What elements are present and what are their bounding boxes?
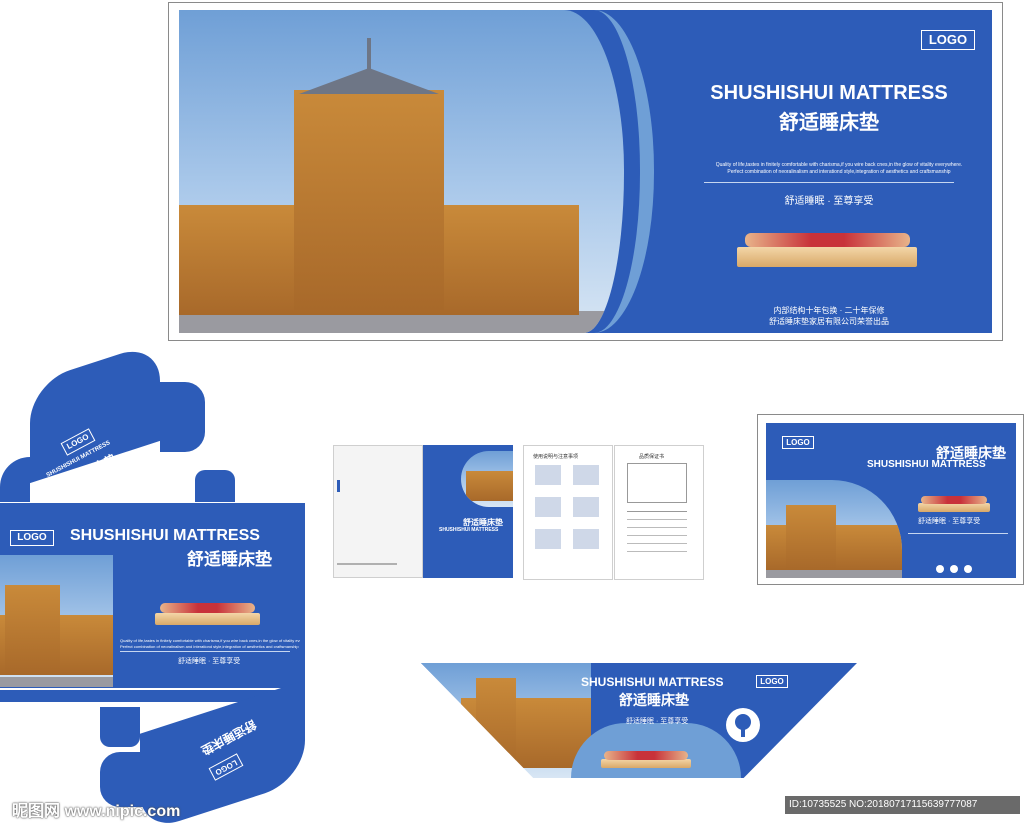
prism-slogan: 舒适睡眠 · 至尊享受	[626, 718, 689, 725]
brochure-photo	[461, 451, 513, 507]
brochure-inner-title: 使用说明与注意事项	[533, 454, 579, 460]
watermark-id-text: ID:10735525 NO:20180717115639777087	[789, 799, 978, 810]
box-mattress-image	[155, 599, 260, 629]
box-slogan: 舒适睡眠 · 至尊享受	[178, 658, 241, 665]
card-logo: LOGO	[782, 436, 814, 449]
brochure-title-en: SHUSHISHUI MATTRESS	[439, 527, 499, 533]
card-title-en: SHUSHISHUI MATTRESS	[867, 459, 986, 470]
watermark-site: 昵图网 www.nipic.com	[12, 803, 181, 820]
palace-tower	[294, 90, 444, 310]
card-icons	[936, 565, 986, 573]
banner-panel: LOGO SHUSHISHUI MATTRESS 舒适睡床垫 Quality o…	[168, 2, 1003, 341]
prism-photo	[421, 663, 591, 778]
small-card: LOGO 舒适睡床垫 SHUSHISHUI MATTRESS 舒适睡眠 · 至尊…	[757, 414, 1024, 585]
tree-icon	[726, 708, 760, 742]
banner-title-en: SHUSHISHUI MATTRESS	[710, 82, 948, 104]
banner-slogan: 舒适睡眠 · 至尊享受	[784, 196, 874, 207]
banner-divider	[704, 182, 954, 183]
prism-title-en: SHUSHISHUI MATTRESS	[581, 675, 724, 689]
box-photo	[0, 555, 113, 687]
watermark-id: ID:10735525 NO:20180717115639777087	[785, 796, 1020, 814]
prism-title-cn: 舒适睡床垫	[619, 692, 689, 708]
box-tagline-2: Perfect combination of neoralinalism and…	[120, 644, 299, 649]
banner-warranty: 内部结构十年包换 · 二十年保修	[773, 306, 885, 315]
brochure-cover: 舒适睡床垫 SHUSHISHUI MATTRESS	[333, 445, 513, 578]
banner-photo	[179, 10, 624, 333]
box-dieline: LOGO SHUSHISHUI MATTRESS 舒适睡床垫 LOGO SHUS…	[0, 340, 305, 834]
brochure-inner: 使用说明与注意事项 品质保证书	[523, 445, 704, 580]
banner-logo: LOGO	[921, 30, 975, 50]
banner-producer: 舒适睡床垫家居有限公司荣誉出品	[769, 317, 889, 326]
banner-tagline-1: Quality of life,tastes in finitely comfo…	[715, 162, 963, 168]
prism-logo: LOGO	[756, 675, 788, 688]
brochure-certificate-title: 品质保证书	[639, 454, 665, 460]
prism-panel: SHUSHISHUI MATTRESS LOGO 舒适睡床垫 舒适睡眠 · 至尊…	[421, 663, 857, 778]
banner-mattress-image	[737, 225, 917, 270]
prism-mattress-image	[601, 748, 691, 770]
box-title-cn: 舒适睡床垫	[187, 550, 272, 569]
banner-title-cn: 舒适睡床垫	[779, 112, 879, 134]
box-logo: LOGO	[10, 530, 54, 546]
card-mattress-image	[918, 493, 990, 515]
card-slogan: 舒适睡眠 · 至尊享受	[918, 518, 981, 525]
box-title-en: SHUSHISHUI MATTRESS	[70, 527, 260, 544]
banner-tagline-2: Perfect combination of neoralinalism and…	[727, 169, 951, 175]
